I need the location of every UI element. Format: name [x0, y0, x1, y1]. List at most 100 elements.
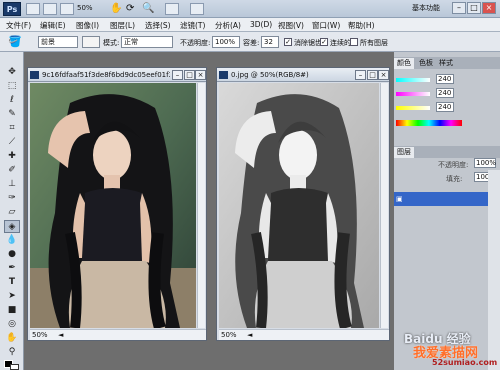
mode-select[interactable]: 正常 — [121, 36, 173, 48]
vertical-scrollbar[interactable] — [380, 83, 388, 328]
document-tab-sketch[interactable]: 0.jpg @ 50%(RGB/8#) – □ × — [217, 68, 389, 82]
layers-scrollbar[interactable] — [488, 170, 500, 370]
mode-label: 模式: — [103, 39, 120, 47]
screen-mode-button[interactable] — [190, 3, 204, 15]
document-tab-color[interactable]: 9c16fdfaaf51f3de8f6bd9dc05eef01f3b2... –… — [28, 68, 206, 82]
toolbox: ✥ ⬚ ℓ ✎ ⌗ ⟋ ✚ ✐ ⊥ ✑ ▱ ◈ 💧 ● ✒ T ➤ ■ ◎ ✋ … — [0, 52, 24, 370]
history-brush-icon[interactable]: ✑ — [4, 192, 20, 205]
tolerance-label: 容差: — [243, 39, 260, 47]
photo-canvas-color[interactable] — [30, 83, 196, 328]
zoom-level[interactable]: 50% — [77, 4, 93, 12]
layer-row-selected[interactable]: ▣ — [394, 192, 488, 206]
paint-bucket-tool-icon[interactable]: ◈ — [4, 220, 20, 233]
close-button[interactable]: × — [482, 2, 496, 14]
blur-icon[interactable]: 💧 — [4, 234, 20, 247]
all-layers-checkbox[interactable] — [350, 38, 358, 46]
menu-file[interactable]: 文件(F) — [6, 20, 31, 31]
hand-tool-icon[interactable]: ✋ — [4, 332, 20, 345]
zoom-tool-icon[interactable]: ⚲ — [4, 346, 20, 359]
photoshop-logo: Ps — [3, 2, 21, 16]
dodge-icon[interactable]: ● — [4, 248, 20, 261]
view-extras-button[interactable] — [60, 3, 74, 15]
lasso-icon[interactable]: ℓ — [4, 94, 20, 107]
opacity-input[interactable]: 100% — [212, 36, 240, 48]
blue-slider[interactable] — [396, 106, 430, 110]
opacity-label: 不透明度: — [180, 39, 211, 47]
status-menu-icon[interactable]: ◄ — [247, 331, 252, 339]
antialias-label: 消除锯齿 — [294, 39, 322, 47]
menu-select[interactable]: 选择(S) — [145, 20, 171, 31]
menu-view[interactable]: 视图(V) — [278, 20, 304, 31]
workspace-switcher[interactable]: 基本功能 — [412, 3, 440, 13]
tab-styles[interactable]: 样式 — [436, 58, 456, 69]
eyedropper-icon[interactable]: ⟋ — [4, 136, 20, 149]
minimize-doc-button[interactable]: – — [172, 70, 183, 80]
menu-filter[interactable]: 滤镜(T) — [180, 20, 205, 31]
close-doc-button[interactable]: × — [378, 70, 389, 80]
menu-help[interactable]: 帮助(H) — [348, 20, 375, 31]
healing-icon[interactable]: ✚ — [4, 150, 20, 163]
pattern-picker[interactable] — [82, 36, 100, 48]
site-url-watermark: 52sumiao.com — [432, 358, 498, 367]
fill-source-select[interactable]: 前景 — [38, 36, 78, 48]
crop-icon[interactable]: ⌗ — [4, 122, 20, 135]
close-doc-button[interactable]: × — [195, 70, 206, 80]
green-slider[interactable] — [396, 92, 430, 96]
tab-layers[interactable]: 图层 — [394, 147, 414, 158]
move-icon[interactable]: ✥ — [4, 66, 20, 79]
menu-image[interactable]: 图像(I) — [76, 20, 99, 31]
type-icon[interactable]: T — [4, 276, 20, 289]
minimize-doc-button[interactable]: – — [355, 70, 366, 80]
layer-opacity-input[interactable]: 100% — [474, 158, 496, 168]
layer-thumbnail-icon: ▣ — [396, 195, 403, 203]
arrange-documents-button[interactable] — [165, 3, 179, 15]
document-window-color[interactable]: 9c16fdfaaf51f3de8f6bd9dc05eef01f3b2... –… — [27, 67, 207, 341]
brush-icon[interactable]: ✐ — [4, 164, 20, 177]
maximize-doc-button[interactable]: □ — [184, 70, 195, 80]
path-select-icon[interactable]: ➤ — [4, 290, 20, 303]
stamp-icon[interactable]: ⊥ — [4, 178, 20, 191]
marquee-icon[interactable]: ⬚ — [4, 80, 20, 93]
3d-icon[interactable]: ◎ — [4, 318, 20, 331]
red-value[interactable]: 240 — [436, 74, 454, 84]
minimize-button[interactable]: – — [452, 2, 466, 14]
eraser-icon[interactable]: ▱ — [4, 206, 20, 219]
menu-analysis[interactable]: 分析(A) — [215, 20, 241, 31]
background-color-swatch[interactable] — [10, 364, 19, 370]
document-window-sketch[interactable]: 0.jpg @ 50%(RGB/8#) – □ × 50% ◄ — [216, 67, 390, 341]
status-bar: 50% ◄ — [30, 329, 206, 340]
menu-edit[interactable]: 编辑(E) — [40, 20, 66, 31]
options-bar: 🪣 前景 模式: 正常 不透明度: 100% 容差: 32 ✓ 消除锯齿 ✓ 连… — [0, 32, 500, 52]
menu-window[interactable]: 窗口(W) — [312, 20, 340, 31]
photo-canvas-sketch[interactable] — [219, 83, 379, 328]
rotate-view-icon[interactable]: ⟳ — [126, 3, 134, 14]
pen-icon[interactable]: ✒ — [4, 262, 20, 275]
maximize-doc-button[interactable]: □ — [367, 70, 378, 80]
tab-swatches[interactable]: 色板 — [416, 58, 436, 69]
red-slider[interactable] — [396, 78, 430, 82]
maximize-button[interactable]: □ — [467, 2, 481, 14]
doc-zoom[interactable]: 50% — [32, 331, 48, 339]
tolerance-input[interactable]: 32 — [261, 36, 279, 48]
vertical-scrollbar[interactable] — [197, 83, 205, 328]
shape-icon[interactable]: ■ — [4, 304, 20, 317]
status-menu-icon[interactable]: ◄ — [58, 331, 63, 339]
color-spectrum[interactable] — [396, 120, 462, 126]
layer-opacity-label: 不透明度: — [438, 161, 469, 169]
zoom-icon[interactable]: 🔍 — [142, 3, 154, 14]
blue-value[interactable]: 240 — [436, 102, 454, 112]
menu-3d[interactable]: 3D(D) — [250, 20, 272, 29]
paint-bucket-icon[interactable]: 🪣 — [8, 35, 22, 48]
bridge-button[interactable] — [26, 3, 40, 15]
tab-color[interactable]: 颜色 — [394, 58, 414, 69]
quick-select-icon[interactable]: ✎ — [4, 108, 20, 121]
green-value[interactable]: 240 — [436, 88, 454, 98]
menu-layer[interactable]: 图层(L) — [110, 20, 135, 31]
all-layers-label: 所有图层 — [360, 39, 388, 47]
minibridge-button[interactable] — [43, 3, 57, 15]
doc-zoom[interactable]: 50% — [221, 331, 237, 339]
antialias-checkbox[interactable]: ✓ — [284, 38, 292, 46]
hand-icon[interactable]: ✋ — [110, 3, 122, 14]
contiguous-checkbox[interactable]: ✓ — [320, 38, 328, 46]
portrait-photo — [30, 83, 196, 328]
